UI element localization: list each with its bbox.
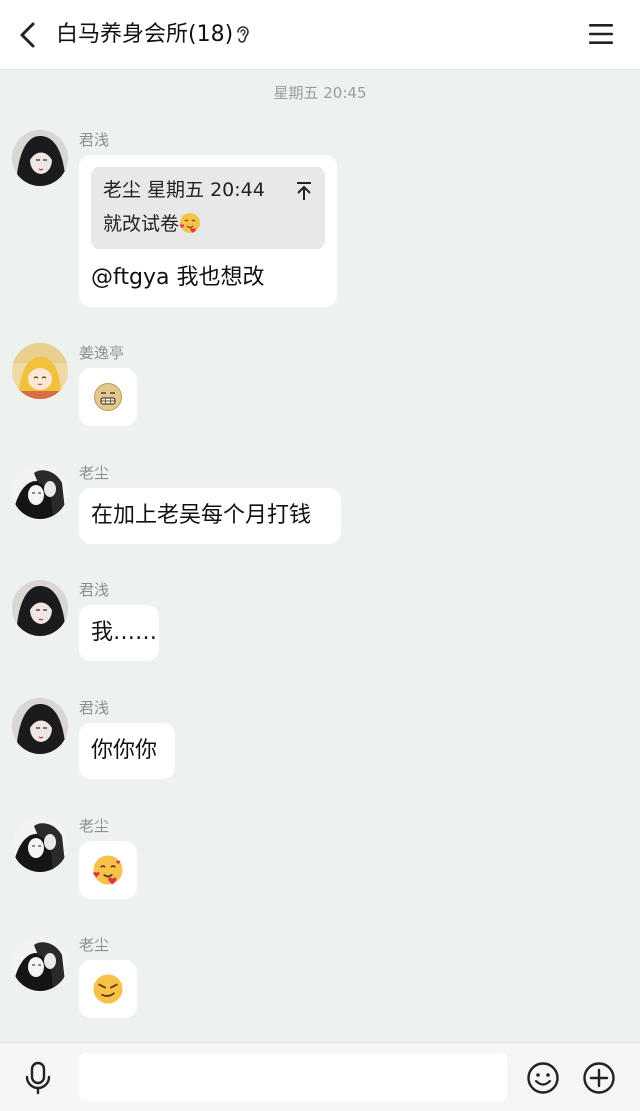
sender-name: 老尘 [79,817,110,835]
avatar[interactable] [12,343,68,399]
message-text: 在加上老吴每个月打钱 [91,503,312,528]
quoted-message[interactable]: 老尘 星期五 20:44 就改试卷 [91,167,325,249]
back-icon[interactable] [14,20,42,50]
message-timestamp: 星期五 20:45 [273,84,367,102]
message-bubble[interactable]: 老尘 星期五 20:44 就改试卷 @ftgya 我也想改 [79,155,337,307]
pin-top-icon[interactable] [295,181,313,201]
avatar[interactable] [12,130,68,186]
menu-icon[interactable] [588,22,614,46]
message-bubble[interactable] [79,368,137,426]
avatar[interactable] [12,935,68,991]
avatar[interactable] [12,698,68,754]
chat-header: 白马养身会所(18) [0,0,640,70]
chat-title[interactable]: 白马养身会所(18) [56,19,233,51]
ear-icon [237,26,249,43]
message-bubble[interactable]: 我…… [79,605,159,661]
avatar[interactable] [12,580,68,636]
face-with-hearts-emoji [179,213,201,233]
face-with-hearts-emoji [93,855,123,885]
mic-icon[interactable] [24,1061,52,1095]
avatar[interactable] [12,816,68,872]
sender-name: 老尘 [79,936,110,954]
message-bubble[interactable]: 在加上老吴每个月打钱 [79,488,341,544]
avatar[interactable] [12,463,68,519]
sender-name: 君浅 [79,131,110,149]
sender-name: 君浅 [79,581,110,599]
sender-name: 姜逸亭 [79,344,125,362]
message-input[interactable] [79,1053,507,1101]
message-bubble[interactable] [79,960,137,1018]
emoji-icon[interactable] [526,1061,560,1095]
message-bubble[interactable]: 你你你 [79,723,175,779]
message-text: 你你你 [91,738,158,763]
sender-name: 老尘 [79,464,110,482]
message-text: @ftgya 我也想改 [91,265,265,290]
plus-icon[interactable] [582,1061,616,1095]
message-text: 我…… [91,620,158,645]
message-bubble[interactable] [79,841,137,899]
sender-name: 君浅 [79,699,110,717]
quote-text: 就改试卷 [103,211,201,237]
quote-author-time: 老尘 星期五 20:44 [103,179,265,201]
grimacing-face-emoji [94,383,122,411]
smirking-face-emoji [93,974,123,1004]
input-bar [0,1042,640,1111]
